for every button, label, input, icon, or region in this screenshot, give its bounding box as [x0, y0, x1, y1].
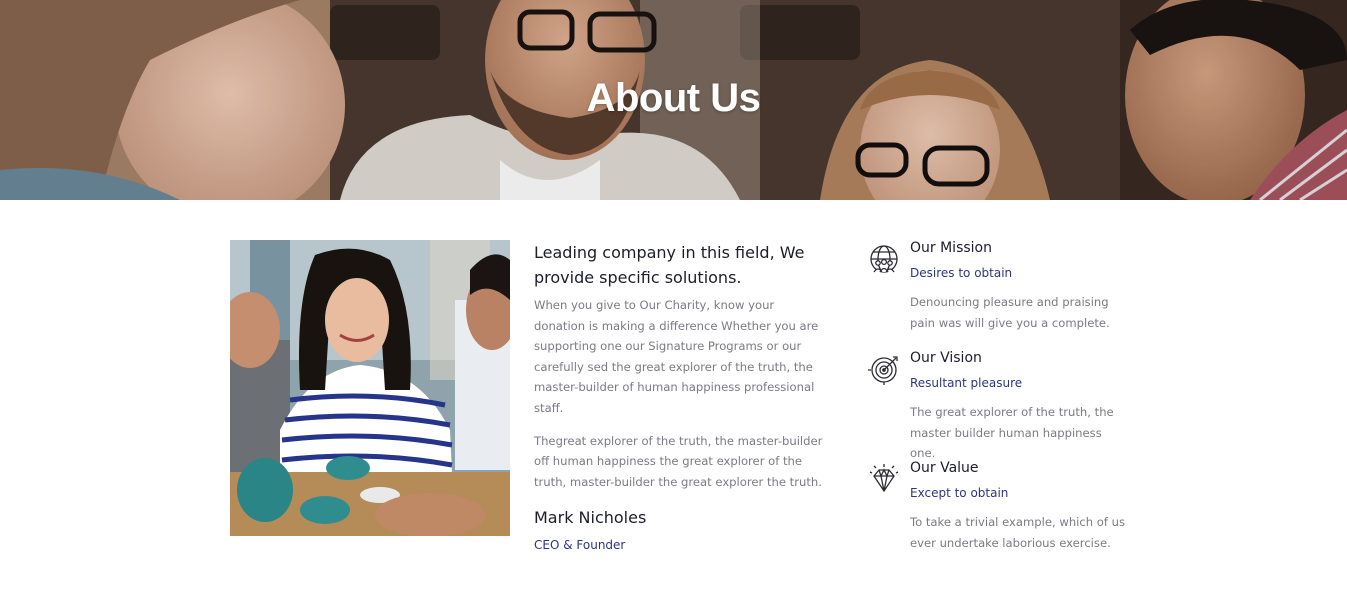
hero-banner: About Us [0, 0, 1347, 200]
team-meeting-photo [230, 240, 510, 536]
globe-people-icon [870, 245, 898, 273]
feature-description: The great explorer of the truth, the mas… [910, 405, 1114, 461]
intro-heading: Leading company in this field, We provid… [534, 243, 805, 287]
feature-description: Denouncing pleasure and praising pain wa… [910, 295, 1110, 330]
about-intro: Leading company in this field, We provid… [534, 240, 824, 552]
founder-name: Mark Nicholes [534, 508, 647, 528]
feature-list: Our Mission Desires to obtain Denouncing… [868, 240, 1138, 570]
intro-paragraph: When you give to Our Charity, know your … [534, 298, 819, 415]
feature-vision: Our Vision Resultant pleasure The great … [868, 350, 1138, 460]
feature-value: Our Value Except to obtain To take a tri… [868, 460, 1138, 570]
founder-role: CEO & Founder [534, 538, 626, 553]
target-icon [868, 356, 898, 385]
feature-subtitle: Except to obtain [910, 486, 1009, 500]
intro-paragraph: Thegreat explorer of the truth, the mast… [534, 433, 823, 489]
diamond-icon [869, 464, 899, 493]
feature-description: To take a trivial example, which of us e… [910, 515, 1126, 550]
feature-mission: Our Mission Desires to obtain Denouncing… [868, 240, 1138, 350]
feature-title: Our Value [910, 460, 979, 476]
page-title: About Us [586, 76, 761, 120]
feature-title: Our Mission [910, 240, 992, 256]
feature-title: Our Vision [910, 350, 982, 366]
feature-subtitle: Desires to obtain [910, 266, 1013, 280]
feature-subtitle: Resultant pleasure [910, 376, 1023, 390]
